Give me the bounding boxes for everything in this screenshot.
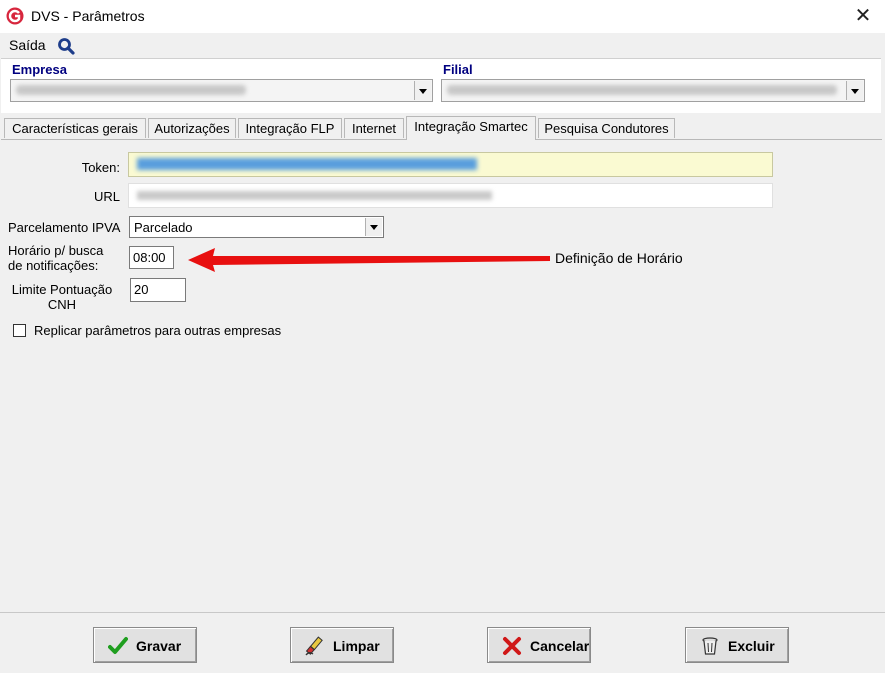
limite-input[interactable]: 20 <box>130 278 186 302</box>
trash-icon <box>702 637 718 655</box>
menu-bar <box>0 33 885 57</box>
check-icon <box>108 637 128 654</box>
url-input[interactable] <box>128 183 773 208</box>
menu-saida[interactable]: Saída <box>9 37 46 53</box>
limite-label-line1: Limite Pontuação <box>11 282 113 297</box>
empresa-select[interactable] <box>10 79 433 102</box>
tab-pesquisa-condutores[interactable]: Pesquisa Condutores <box>538 118 675 138</box>
horario-label-line2: de notificações: <box>8 258 99 273</box>
tab-autorizacoes[interactable]: Autorizações <box>148 118 236 138</box>
chevron-down-icon[interactable] <box>846 81 863 100</box>
tab-internet[interactable]: Internet <box>344 118 404 138</box>
token-value-obscured <box>137 158 477 170</box>
eraser-icon <box>305 636 323 656</box>
gravar-button[interactable]: Gravar <box>93 627 197 663</box>
annotation-arrow <box>188 248 550 272</box>
limite-label: Limite Pontuação CNH <box>10 282 114 312</box>
cancelar-button[interactable]: Cancelar <box>487 627 591 663</box>
annotation-label: Definição de Horário <box>555 250 683 266</box>
tab-panel-smartec <box>1 139 882 612</box>
filial-value-obscured <box>447 85 837 95</box>
excluir-button[interactable]: Excluir <box>685 627 789 663</box>
gravar-label: Gravar <box>136 638 182 654</box>
filial-select[interactable] <box>441 79 865 102</box>
url-value-obscured <box>137 191 492 200</box>
tab-integracao-flp[interactable]: Integração FLP <box>238 118 342 138</box>
limpar-label: Limpar <box>333 638 380 654</box>
window-title: DVS - Parâmetros <box>31 8 145 24</box>
limite-label-line2: CNH <box>47 297 77 312</box>
token-label: Token: <box>81 160 120 175</box>
ipva-label: Parcelamento IPVA <box>8 220 121 235</box>
chevron-down-icon[interactable] <box>414 81 431 100</box>
empresa-label: Empresa <box>12 62 67 77</box>
cancelar-label: Cancelar <box>530 638 590 654</box>
excluir-label: Excluir <box>728 638 775 654</box>
horario-label-line1: Horário p/ busca <box>8 243 104 258</box>
horario-label: Horário p/ busca de notificações: <box>8 243 103 273</box>
filial-label: Filial <box>443 62 473 77</box>
chevron-down-icon[interactable] <box>365 218 382 236</box>
cancel-x-icon <box>503 637 521 655</box>
tab-caracteristicas-gerais[interactable]: Características gerais <box>4 118 146 138</box>
ipva-select[interactable]: Parcelado <box>129 216 384 238</box>
replicar-checkbox[interactable] <box>13 324 26 337</box>
ipva-value: Parcelado <box>134 220 193 235</box>
token-input[interactable] <box>128 152 773 177</box>
close-icon[interactable]: ✕ <box>850 4 876 28</box>
tab-integracao-smartec[interactable]: Integração Smartec <box>406 116 536 140</box>
horario-input[interactable]: 08:00 <box>129 246 174 269</box>
replicar-label: Replicar parâmetros para outras empresas <box>34 323 282 338</box>
search-icon[interactable] <box>57 37 75 55</box>
limpar-button[interactable]: Limpar <box>290 627 394 663</box>
empresa-value-obscured <box>16 85 246 95</box>
app-logo-icon <box>6 7 24 25</box>
url-label: URL <box>93 189 120 204</box>
